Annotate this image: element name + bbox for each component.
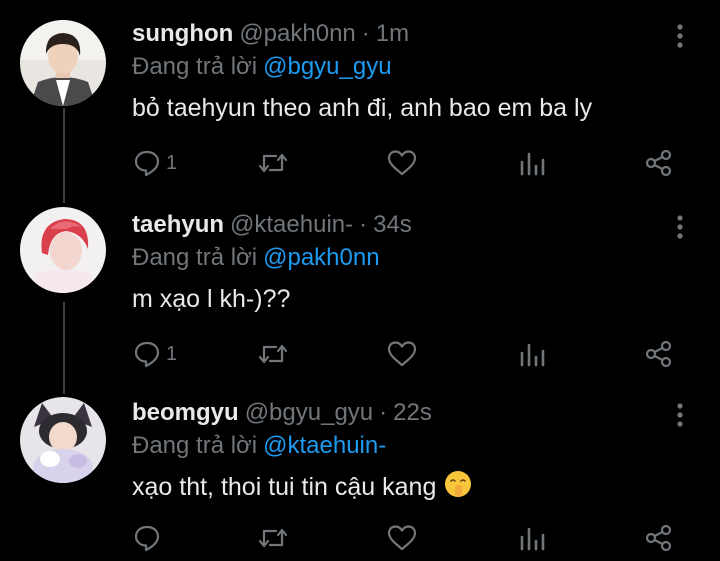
like-button[interactable] bbox=[386, 336, 418, 372]
timestamp[interactable]: 1m bbox=[376, 20, 409, 48]
replying-label: Đang trả lời bbox=[132, 432, 258, 459]
replying-to: Đang trả lời @bgyu_gyu bbox=[132, 53, 392, 83]
retweet-button[interactable] bbox=[256, 336, 290, 372]
more-icon[interactable] bbox=[670, 22, 690, 50]
tweet[interactable]: sunghon @pakh0nn · 1m Đang trả lời @bgyu_… bbox=[0, 20, 720, 190]
replying-label: Đang trả lời bbox=[132, 53, 258, 80]
tweet-text: bỏ taehyun theo anh đi, anh bao em ba ly bbox=[132, 93, 593, 122]
display-name[interactable]: sunghon bbox=[132, 20, 233, 48]
share-button[interactable] bbox=[644, 520, 674, 556]
separator: · bbox=[379, 399, 388, 426]
timestamp[interactable]: 22s bbox=[393, 399, 432, 427]
reply-count: 1 bbox=[166, 151, 178, 174]
user-handle[interactable]: @ktaehuin- bbox=[230, 211, 353, 239]
retweet-icon bbox=[258, 344, 288, 364]
tweet-text-row: xạo tht, thoi tui tin cậu kang bbox=[132, 470, 472, 504]
reply-count: 1 bbox=[166, 342, 178, 365]
display-name[interactable]: beomgyu bbox=[132, 399, 239, 427]
analytics-icon bbox=[520, 343, 545, 367]
tweet-actions bbox=[0, 520, 720, 556]
reply-button[interactable]: 1 bbox=[132, 336, 177, 372]
share-button[interactable] bbox=[644, 336, 674, 372]
like-icon bbox=[387, 341, 417, 367]
share-icon bbox=[645, 149, 672, 177]
tweet[interactable]: taehyun @ktaehuin- · 34s Đang trả lời @pa… bbox=[0, 207, 720, 381]
like-icon bbox=[387, 525, 417, 551]
like-button[interactable] bbox=[386, 145, 418, 181]
shushing-face-emoji bbox=[444, 470, 472, 505]
tweet-actions: 1 bbox=[0, 336, 720, 372]
replying-to: Đang trả lời @ktaehuin- bbox=[132, 432, 386, 462]
analytics-button[interactable] bbox=[518, 520, 546, 556]
share-icon bbox=[645, 524, 672, 552]
tweet-text: xạo tht, thoi tui tin cậu kang bbox=[132, 472, 437, 501]
share-icon bbox=[645, 340, 672, 368]
tweet-actions: 1 bbox=[0, 145, 720, 181]
mention-link[interactable]: @ktaehuin- bbox=[263, 432, 386, 459]
mention-link[interactable]: @pakh0nn bbox=[263, 244, 379, 271]
avatar[interactable] bbox=[20, 20, 106, 106]
retweet-icon bbox=[258, 153, 288, 173]
mention-link[interactable]: @bgyu_gyu bbox=[263, 53, 391, 80]
share-button[interactable] bbox=[644, 145, 674, 181]
separator: · bbox=[361, 20, 370, 47]
analytics-button[interactable] bbox=[518, 145, 546, 181]
analytics-icon bbox=[520, 527, 545, 551]
retweet-button[interactable] bbox=[256, 145, 290, 181]
retweet-icon bbox=[258, 528, 288, 548]
tweet[interactable]: beomgyu @bgyu_gyu · 22s Đang trả lời @kta… bbox=[0, 397, 720, 561]
avatar[interactable] bbox=[20, 397, 106, 483]
replying-to: Đang trả lời @pakh0nn bbox=[132, 244, 380, 274]
reply-button[interactable]: 1 bbox=[132, 145, 177, 181]
reply-icon bbox=[134, 150, 160, 177]
reply-icon bbox=[134, 341, 160, 368]
like-icon bbox=[387, 150, 417, 176]
user-handle[interactable]: @pakh0nn bbox=[239, 20, 355, 48]
reply-button[interactable] bbox=[132, 520, 162, 556]
retweet-button[interactable] bbox=[256, 520, 290, 556]
timestamp[interactable]: 34s bbox=[373, 211, 412, 239]
display-name[interactable]: taehyun bbox=[132, 211, 224, 239]
reply-icon bbox=[134, 525, 160, 552]
analytics-icon bbox=[520, 152, 545, 176]
user-handle[interactable]: @bgyu_gyu bbox=[245, 399, 373, 427]
replying-label: Đang trả lời bbox=[132, 244, 258, 271]
separator: · bbox=[359, 211, 368, 238]
like-button[interactable] bbox=[386, 520, 418, 556]
more-icon[interactable] bbox=[670, 213, 690, 241]
tweet-text: m xạo l kh-)?? bbox=[132, 284, 291, 313]
more-icon[interactable] bbox=[670, 401, 690, 429]
avatar[interactable] bbox=[20, 207, 106, 293]
analytics-button[interactable] bbox=[518, 336, 546, 372]
